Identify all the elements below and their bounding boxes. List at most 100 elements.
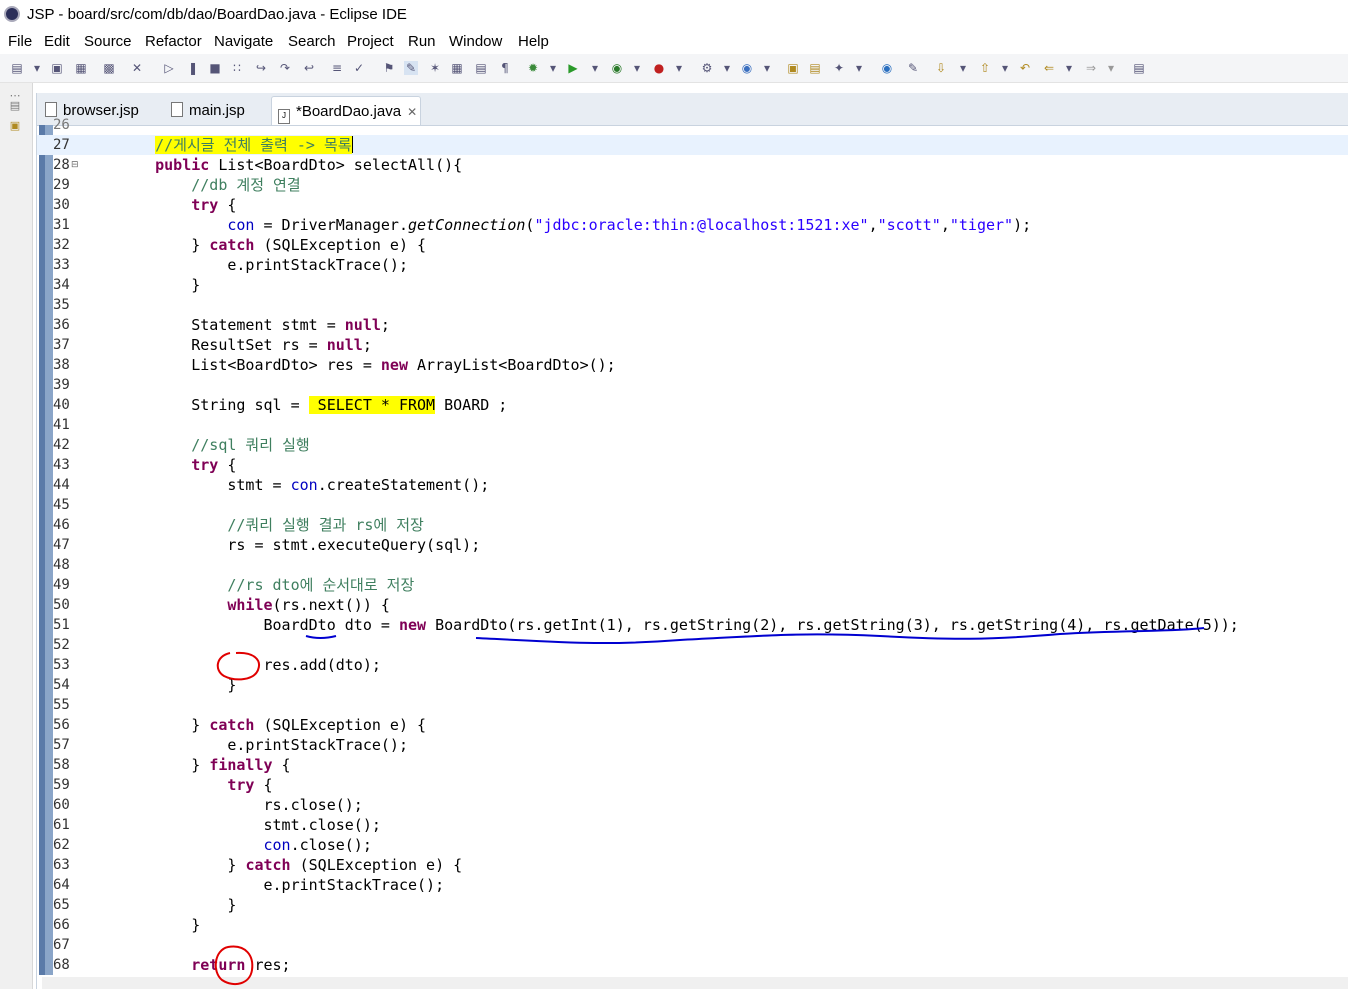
- code-line[interactable]: 46 //쿼리 실행 결과 rs에 저장: [37, 515, 1348, 535]
- code-line[interactable]: 45: [37, 495, 1348, 515]
- run-dropdown-icon[interactable]: ▾: [588, 61, 602, 75]
- debug-icon[interactable]: ✹: [526, 61, 540, 75]
- code-line[interactable]: 42 //sql 쿼리 실행: [37, 435, 1348, 455]
- code-line[interactable]: 58 } finally {: [37, 755, 1348, 775]
- next-annotation-dropdown-icon[interactable]: ▾: [956, 61, 970, 75]
- code-line[interactable]: 29 //db 계정 연결: [37, 175, 1348, 195]
- close-icon[interactable]: ✕: [407, 105, 417, 119]
- code-line[interactable]: 59 try {: [37, 775, 1348, 795]
- save-icon[interactable]: ▣: [50, 61, 64, 75]
- skip-breakpoints-icon[interactable]: ✕: [130, 61, 144, 75]
- code-line[interactable]: 35: [37, 295, 1348, 315]
- debug-dropdown-icon[interactable]: ▾: [546, 61, 560, 75]
- suspend-icon[interactable]: ❚: [186, 61, 200, 75]
- code-line[interactable]: 51 BoardDto dto = new BoardDto(rs.getInt…: [37, 615, 1348, 635]
- code-line[interactable]: 34 }: [37, 275, 1348, 295]
- code-line[interactable]: 61 stmt.close();: [37, 815, 1348, 835]
- back-icon[interactable]: ⇐: [1042, 61, 1056, 75]
- code-line[interactable]: 62 con.close();: [37, 835, 1348, 855]
- step-into-icon[interactable]: ↪: [254, 61, 268, 75]
- new-icon[interactable]: ▤: [10, 61, 24, 75]
- code-line[interactable]: 63 } catch (SQLException e) {: [37, 855, 1348, 875]
- code-line[interactable]: 48: [37, 555, 1348, 575]
- menu-help[interactable]: Help: [518, 33, 549, 50]
- coverage-dropdown-icon[interactable]: ▾: [630, 61, 644, 75]
- resume-icon[interactable]: ▷: [162, 61, 176, 75]
- external-tools-icon[interactable]: ●: [652, 61, 666, 75]
- code-line[interactable]: 67: [37, 935, 1348, 955]
- code-line[interactable]: 36 Statement stmt = null;: [37, 315, 1348, 335]
- code-line[interactable]: 41: [37, 415, 1348, 435]
- menu-search[interactable]: Search: [288, 33, 336, 50]
- code-line[interactable]: 66 }: [37, 915, 1348, 935]
- back-dropdown-icon[interactable]: ▾: [1062, 61, 1076, 75]
- console-icon[interactable]: ▩: [102, 61, 116, 75]
- use-step-filters-icon[interactable]: ✓: [352, 61, 366, 75]
- globe-icon[interactable]: ◉: [880, 61, 894, 75]
- open-type-icon[interactable]: ▣: [786, 61, 800, 75]
- menu-edit[interactable]: Edit: [44, 33, 70, 50]
- block-selection-icon[interactable]: ▦: [450, 61, 464, 75]
- menu-project[interactable]: Project: [347, 33, 394, 50]
- server-dropdown-icon[interactable]: ▾: [720, 61, 734, 75]
- code-line[interactable]: 37 ResultSet rs = null;: [37, 335, 1348, 355]
- fold-toggle-icon[interactable]: ⊟: [71, 155, 79, 175]
- code-line[interactable]: 68 return res;: [37, 955, 1348, 975]
- step-return-icon[interactable]: ↩: [302, 61, 316, 75]
- next-annotation-icon[interactable]: ⇩: [934, 61, 948, 75]
- menu-window[interactable]: Window: [449, 33, 502, 50]
- prev-annotation-dropdown-icon[interactable]: ▾: [998, 61, 1012, 75]
- menu-navigate[interactable]: Navigate: [214, 33, 273, 50]
- maximize-icon[interactable]: ▤: [8, 99, 22, 113]
- menu-source[interactable]: Source: [84, 33, 132, 50]
- show-whitespace-icon[interactable]: ▤: [474, 61, 488, 75]
- code-line[interactable]: 55: [37, 695, 1348, 715]
- forward-dropdown-icon[interactable]: ▾: [1104, 61, 1118, 75]
- code-line[interactable]: 32 } catch (SQLException e) {: [37, 235, 1348, 255]
- external-tools-dropdown-icon[interactable]: ▾: [672, 61, 686, 75]
- search-tool-icon[interactable]: ✦: [832, 61, 846, 75]
- menu-file[interactable]: File: [8, 33, 32, 50]
- code-line[interactable]: 54 }: [37, 675, 1348, 695]
- code-line[interactable]: 57 e.printStackTrace();: [37, 735, 1348, 755]
- prev-annotation-icon[interactable]: ⇧: [978, 61, 992, 75]
- open-folder-icon[interactable]: ▤: [808, 61, 822, 75]
- tab-main-jsp[interactable]: main.jsp: [171, 96, 271, 125]
- code-line[interactable]: 44 stmt = con.createStatement();: [37, 475, 1348, 495]
- highlight-icon[interactable]: ✶: [428, 61, 442, 75]
- terminate-icon[interactable]: ■: [208, 61, 222, 75]
- code-line[interactable]: 31 con = DriverManager.getConnection("jd…: [37, 215, 1348, 235]
- new-class-dropdown-icon[interactable]: ▾: [760, 61, 774, 75]
- code-line[interactable]: 49 //rs dto에 순서대로 저장: [37, 575, 1348, 595]
- code-area[interactable]: 26 27 //게시글 전체 출력 -> 목록 28 ⊟ public List<B…: [37, 117, 1348, 989]
- step-over-icon[interactable]: ↷: [278, 61, 292, 75]
- code-line[interactable]: 28 ⊟ public List<BoardDto> selectAll(){: [37, 155, 1348, 175]
- code-line[interactable]: 43 try {: [37, 455, 1348, 475]
- forward-icon[interactable]: ⇒: [1084, 61, 1098, 75]
- code-line[interactable]: 27 //게시글 전체 출력 -> 목록: [37, 135, 1348, 155]
- last-edit-icon[interactable]: ↶: [1018, 61, 1032, 75]
- run-icon[interactable]: ▶: [566, 61, 580, 75]
- search-dropdown-icon[interactable]: ▾: [852, 61, 866, 75]
- new-class-icon[interactable]: ◉: [740, 61, 754, 75]
- code-line[interactable]: 60 rs.close();: [37, 795, 1348, 815]
- code-line[interactable]: 56 } catch (SQLException e) {: [37, 715, 1348, 735]
- paragraph-icon[interactable]: ¶: [498, 61, 512, 75]
- code-line[interactable]: 64 e.printStackTrace();: [37, 875, 1348, 895]
- open-perspective-icon[interactable]: ▤: [1132, 61, 1146, 75]
- save-all-icon[interactable]: ▦: [74, 61, 88, 75]
- disconnect-icon[interactable]: ∷: [230, 61, 244, 75]
- code-line[interactable]: 52: [37, 635, 1348, 655]
- code-line[interactable]: 40 String sql = SELECT * FROM BOARD ;: [37, 395, 1348, 415]
- menu-refactor[interactable]: Refactor: [145, 33, 202, 50]
- coverage-icon[interactable]: ◉: [610, 61, 624, 75]
- horizontal-scrollbar[interactable]: [42, 977, 1348, 989]
- menu-run[interactable]: Run: [408, 33, 436, 50]
- package-explorer-icon[interactable]: ▣: [8, 119, 22, 133]
- code-line[interactable]: 33 e.printStackTrace();: [37, 255, 1348, 275]
- code-line[interactable]: 50 while(rs.next()) {: [37, 595, 1348, 615]
- mark-occurrences-icon[interactable]: ✎: [404, 61, 418, 75]
- new-server-icon[interactable]: ⚙: [700, 61, 714, 75]
- code-line[interactable]: 47 rs = stmt.executeQuery(sql);: [37, 535, 1348, 555]
- dropdown-icon[interactable]: ▾: [30, 61, 44, 75]
